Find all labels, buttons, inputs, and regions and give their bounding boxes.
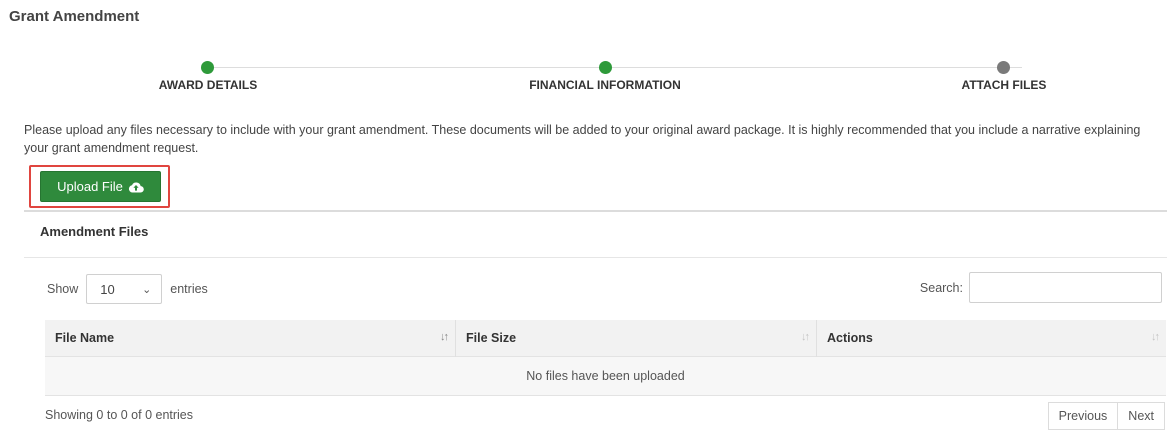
search-input[interactable] [969,272,1162,303]
page-title: Grant Amendment [9,8,140,25]
entries-length-control: Show 10 ⌄ entries [47,273,208,305]
step-label-financial-information: FINANCIAL INFORMATION [529,78,681,92]
progress-stepper: AWARD DETAILS FINANCIAL INFORMATION ATTA… [0,54,1167,99]
entries-per-page-value: 10 [100,281,115,297]
sort-ascending-icon: ↓↑ [440,331,449,343]
entries-label: entries [170,282,208,296]
column-header-actions[interactable]: Actions ↓↑ [816,320,1166,357]
instructions-text: Please upload any files necessary to inc… [24,123,1141,155]
table-row: No files have been uploaded [45,356,1166,396]
column-header-file-size[interactable]: File Size ↓↑ [455,320,817,357]
upload-file-button[interactable]: Upload File [40,171,161,202]
step-dot-attach-files [997,61,1010,74]
step-dot-financial-information [599,61,612,74]
sort-icon: ↓↑ [801,331,810,343]
search-label: Search: [919,280,963,295]
table-info: Showing 0 to 0 of 0 entries [45,408,194,422]
panel-border [24,210,1167,212]
entries-per-page-select[interactable]: 10 ⌄ [86,274,163,304]
column-header-file-name[interactable]: File Name ↓↑ [45,320,456,357]
sort-icon: ↓↑ [1151,331,1160,343]
search-control: Search: [920,272,1162,303]
step-dot-award-details [201,61,214,74]
stepper-connector [207,67,1022,68]
empty-table-message: No files have been uploaded [45,356,1166,396]
upload-file-label: Upload File [57,179,123,194]
chevron-down-icon: ⌄ [142,283,152,296]
cloud-upload-icon [128,181,144,193]
column-header-label: Actions [827,331,873,345]
step-label-award-details: AWARD DETAILS [158,78,258,92]
amendment-files-title: Amendment Files [40,224,149,239]
panel-divider [24,257,1167,258]
step-label-attach-files: ATTACH FILES [961,78,1047,92]
amendment-files-table: File Name ↓↑ File Size ↓↑ Actions ↓↑ No … [45,320,1166,396]
show-label: Show [47,282,79,296]
column-header-label: File Size [466,331,517,345]
column-header-label: File Name [55,331,115,345]
